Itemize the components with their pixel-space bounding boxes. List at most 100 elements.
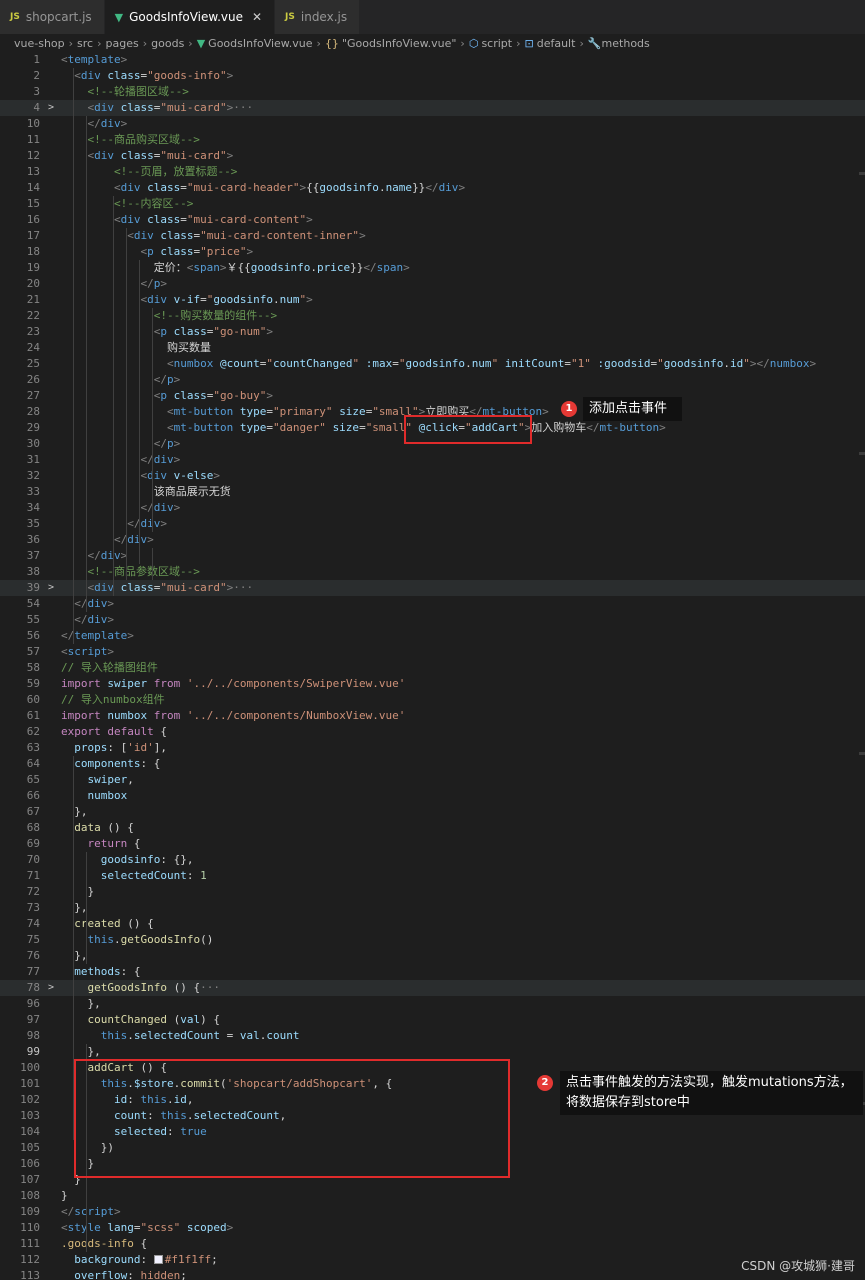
fold-chevron-icon[interactable]: > [48,980,58,996]
code-line[interactable]: 108} [0,1188,865,1204]
code-line[interactable]: 55 </div> [0,612,865,628]
breadcrumb-default[interactable]: default [537,37,576,50]
code-line[interactable]: 69 return { [0,836,865,852]
code-line[interactable]: 65 swiper, [0,772,865,788]
code-line[interactable]: 4 > <div class="mui-card">··· [0,100,865,116]
watermark: CSDN @攻城狮·建哥 [741,1259,855,1273]
code-text: } [61,1189,68,1202]
code-line[interactable]: 22 <!--购买数量的组件--> [0,308,865,324]
tab-0[interactable]: JS shopcart.js [0,0,105,34]
code-line[interactable]: 96 }, [0,996,865,1012]
code-line[interactable]: 62 export default { [0,724,865,740]
breadcrumb-item[interactable]: src [77,37,93,50]
breadcrumb-script[interactable]: script [481,37,512,50]
code-line[interactable]: 113 overflow: hidden; [0,1268,865,1280]
code-line[interactable]: 2 <div class="goods-info"> [0,68,865,84]
code-line[interactable]: 54 </div> [0,596,865,612]
code-line[interactable]: 38 <!--商品参数区域--> [0,564,865,580]
line-number: 109 [20,1205,40,1218]
breadcrumb-item[interactable]: goods [151,37,184,50]
breadcrumb-item[interactable]: pages [106,37,139,50]
code-line[interactable]: 34 </div> [0,500,865,516]
line-number: 25 [26,357,40,370]
code-text: swiper, [87,773,134,786]
code-line[interactable]: 71 selectedCount: 1 [0,868,865,884]
code-line[interactable]: 60 // 导入numbox组件 [0,692,865,708]
code-line[interactable]: 25 <numbox @count="countChanged" :max="g… [0,356,865,372]
tab-2[interactable]: JS index.js [275,0,361,34]
line-number: 106 [20,1157,40,1170]
code-line[interactable]: 36 </div> [0,532,865,548]
code-text: }, [61,805,88,818]
code-line[interactable]: 3 <!--轮播图区域--> [0,84,865,100]
code-line[interactable]: 112 background: #f1f1ff; [0,1252,865,1268]
fold-chevron-icon[interactable]: > [48,100,58,116]
tab-label: GoodsInfoView.vue [129,10,243,24]
code-line[interactable]: 57 <script> [0,644,865,660]
line-number: 27 [26,389,40,402]
code-line[interactable]: 15 <!--内容区--> [0,196,865,212]
code-line[interactable]: 78 > getGoodsInfo () {··· [0,980,865,996]
code-line[interactable]: 18 <p class="price"> [0,244,865,260]
code-line[interactable]: 39 > <div class="mui-card">··· [0,580,865,596]
code-line[interactable]: 10 </div> [0,116,865,132]
line-number: 70 [26,853,40,866]
code-line[interactable]: 56 </template> [0,628,865,644]
code-line[interactable]: 37 </div> [0,548,865,564]
code-line[interactable]: 32 <div v-else> [0,468,865,484]
code-line[interactable]: 20 </p> [0,276,865,292]
code-line[interactable]: 13 <!--页眉，放置标题--> [0,164,865,180]
code-line[interactable]: 63 props: ['id'], [0,740,865,756]
breadcrumb-object[interactable]: "GoodsInfoView.vue" [342,37,456,50]
code-line[interactable]: 64 components: { [0,756,865,772]
code-line[interactable]: 67 }, [0,804,865,820]
code-line[interactable]: 27 <p class="go-buy"> [0,388,865,404]
annotation-note-1: 添加点击事件 [583,397,682,421]
code-line[interactable]: 76 }, [0,948,865,964]
code-line[interactable]: 31 </div> [0,452,865,468]
line-number: 59 [26,677,40,690]
close-icon[interactable]: ✕ [252,10,262,24]
code-line[interactable]: 109 </script> [0,1204,865,1220]
code-line[interactable]: 1 <template> [0,52,865,68]
code-line[interactable]: 33 该商品展示无货 [0,484,865,500]
code-line[interactable]: 66 numbox [0,788,865,804]
code-line[interactable]: 70 goodsinfo: {}, [0,852,865,868]
code-line[interactable]: 58 // 导入轮播图组件 [0,660,865,676]
fold-chevron-icon[interactable]: > [48,580,58,596]
code-line[interactable]: 17 <div class="mui-card-content-inner"> [0,228,865,244]
code-line[interactable]: 21 <div v-if="goodsinfo.num"> [0,292,865,308]
code-line[interactable]: 35 </div> [0,516,865,532]
breadcrumb-methods[interactable]: methods [602,37,650,50]
code-line[interactable]: 74 created () { [0,916,865,932]
line-number: 101 [20,1077,40,1090]
line-number: 11 [26,133,40,146]
code-text: data () { [74,821,134,834]
code-line[interactable]: 23 <p class="go-num"> [0,324,865,340]
code-line[interactable]: 72 } [0,884,865,900]
code-line[interactable]: 12 <div class="mui-card"> [0,148,865,164]
line-number: 4 [33,101,40,114]
code-line[interactable]: 26 </p> [0,372,865,388]
code-line[interactable]: 61 import numbox from '../../components/N… [0,708,865,724]
code-line[interactable]: 99 }, [0,1044,865,1060]
code-line[interactable]: 16 <div class="mui-card-content"> [0,212,865,228]
indent-guide [86,1204,87,1252]
code-line[interactable]: 24 购买数量 [0,340,865,356]
breadcrumb-file[interactable]: GoodsInfoView.vue [208,37,312,50]
code-line[interactable]: 77 methods: { [0,964,865,980]
code-text: }, [61,901,88,914]
tab-1[interactable]: ▼ GoodsInfoView.vue ✕ [104,0,276,34]
code-line[interactable]: 111 .goods-info { [0,1236,865,1252]
code-line[interactable]: 73 }, [0,900,865,916]
code-line[interactable]: 11 <!--商品购买区域--> [0,132,865,148]
code-line[interactable]: 68 data () { [0,820,865,836]
code-line[interactable]: 59 import swiper from '../../components/S… [0,676,865,692]
code-line[interactable]: 97 countChanged (val) { [0,1012,865,1028]
code-line[interactable]: 75 this.getGoodsInfo() [0,932,865,948]
breadcrumb-item[interactable]: vue-shop [14,37,65,50]
code-line[interactable]: 110 <style lang="scss" scoped> [0,1220,865,1236]
code-line[interactable]: 19 定价：<span>￥{{goodsinfo.price}}</span> [0,260,865,276]
code-line[interactable]: 14 <div class="mui-card-header">{{goodsi… [0,180,865,196]
code-line[interactable]: 98 this.selectedCount = val.count [0,1028,865,1044]
